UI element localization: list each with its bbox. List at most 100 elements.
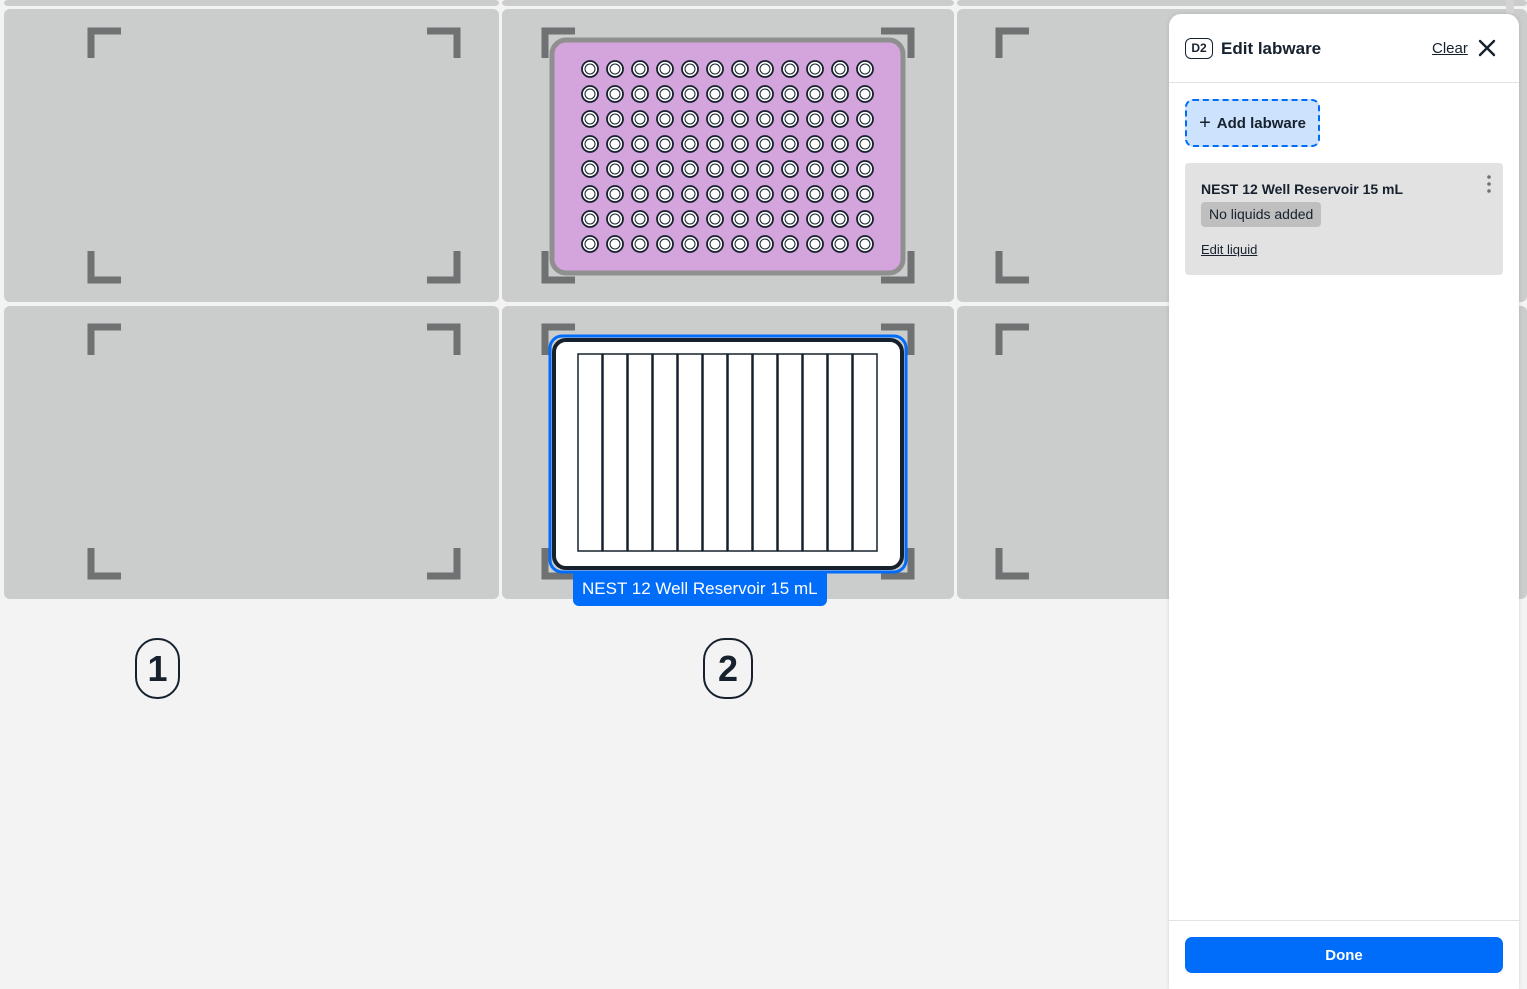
well bbox=[781, 210, 799, 228]
well bbox=[831, 210, 849, 228]
reservoir-trough bbox=[827, 353, 853, 552]
reservoir-trough bbox=[677, 353, 703, 552]
edit-liquid-link[interactable]: Edit liquid bbox=[1201, 242, 1257, 258]
well bbox=[856, 235, 874, 253]
well bbox=[606, 210, 624, 228]
labware-menu-button[interactable] bbox=[1483, 173, 1495, 195]
well bbox=[731, 235, 749, 253]
reservoir-trough bbox=[577, 353, 603, 552]
well bbox=[731, 210, 749, 228]
well bbox=[606, 185, 624, 203]
well bbox=[806, 135, 824, 153]
deck-slot-c1[interactable] bbox=[4, 9, 499, 302]
well bbox=[831, 85, 849, 103]
well bbox=[681, 60, 699, 78]
well bbox=[856, 60, 874, 78]
well bbox=[656, 135, 674, 153]
reservoir-12-well[interactable] bbox=[548, 334, 908, 574]
well bbox=[756, 210, 774, 228]
well bbox=[606, 235, 624, 253]
well bbox=[781, 110, 799, 128]
close-button[interactable] bbox=[1475, 36, 1499, 60]
well bbox=[831, 160, 849, 178]
well bbox=[706, 85, 724, 103]
panel-header: D2 Edit labware Clear bbox=[1169, 14, 1519, 83]
labware-card: NEST 12 Well Reservoir 15 mL No liquids … bbox=[1185, 163, 1503, 275]
kebab-menu-icon bbox=[1487, 175, 1491, 193]
well bbox=[706, 210, 724, 228]
well bbox=[606, 85, 624, 103]
well bbox=[731, 160, 749, 178]
deck-slot-d1[interactable] bbox=[4, 306, 499, 599]
well bbox=[731, 85, 749, 103]
well bbox=[756, 85, 774, 103]
close-icon bbox=[1478, 39, 1496, 57]
well bbox=[756, 185, 774, 203]
well bbox=[856, 210, 874, 228]
well bbox=[581, 160, 599, 178]
well bbox=[656, 160, 674, 178]
well bbox=[731, 135, 749, 153]
well bbox=[631, 160, 649, 178]
well bbox=[706, 60, 724, 78]
edit-labware-panel: D2 Edit labware Clear + Add labware NEST… bbox=[1169, 14, 1519, 989]
well bbox=[806, 235, 824, 253]
reservoir-trough bbox=[727, 353, 753, 552]
well bbox=[606, 160, 624, 178]
well bbox=[856, 160, 874, 178]
well bbox=[681, 135, 699, 153]
slot-number-2: 2 bbox=[703, 638, 753, 699]
well bbox=[631, 85, 649, 103]
well bbox=[806, 110, 824, 128]
well bbox=[781, 60, 799, 78]
well bbox=[581, 235, 599, 253]
well bbox=[631, 235, 649, 253]
liquid-status-badge: No liquids added bbox=[1201, 202, 1322, 227]
well bbox=[856, 85, 874, 103]
well bbox=[731, 60, 749, 78]
well bbox=[856, 135, 874, 153]
reservoir-trough bbox=[852, 353, 878, 552]
done-button[interactable]: Done bbox=[1185, 937, 1503, 973]
well bbox=[781, 135, 799, 153]
well bbox=[706, 185, 724, 203]
well bbox=[706, 160, 724, 178]
well bbox=[656, 210, 674, 228]
plus-icon: + bbox=[1199, 112, 1211, 134]
clear-link[interactable]: Clear bbox=[1432, 40, 1468, 58]
panel-title: Edit labware bbox=[1221, 39, 1322, 58]
well bbox=[581, 185, 599, 203]
selected-labware-label: NEST 12 Well Reservoir 15 mL bbox=[573, 571, 827, 606]
reservoir-trough bbox=[752, 353, 778, 552]
well bbox=[731, 185, 749, 203]
add-labware-button[interactable]: + Add labware bbox=[1185, 99, 1320, 147]
well bbox=[781, 160, 799, 178]
labware-name: NEST 12 Well Reservoir 15 mL bbox=[1201, 181, 1404, 197]
reservoir-troughs bbox=[577, 353, 878, 552]
reservoir-trough bbox=[627, 353, 653, 552]
well bbox=[781, 85, 799, 103]
well bbox=[831, 235, 849, 253]
reservoir-trough bbox=[652, 353, 678, 552]
well bbox=[681, 185, 699, 203]
reservoir-trough bbox=[802, 353, 828, 552]
well bbox=[806, 160, 824, 178]
well bbox=[681, 110, 699, 128]
deck-slot-top-strip-right bbox=[957, 0, 1527, 6]
well bbox=[606, 60, 624, 78]
well bbox=[581, 110, 599, 128]
well bbox=[706, 235, 724, 253]
well bbox=[606, 135, 624, 153]
panel-footer-divider bbox=[1169, 920, 1519, 921]
well bbox=[831, 60, 849, 78]
well bbox=[631, 185, 649, 203]
reservoir-trough bbox=[777, 353, 803, 552]
well bbox=[706, 110, 724, 128]
scrollbar-thumb[interactable] bbox=[1506, 0, 1514, 14]
well bbox=[656, 60, 674, 78]
well bbox=[781, 185, 799, 203]
well-plate-96[interactable] bbox=[549, 37, 906, 276]
well bbox=[656, 235, 674, 253]
well bbox=[656, 85, 674, 103]
well bbox=[806, 85, 824, 103]
